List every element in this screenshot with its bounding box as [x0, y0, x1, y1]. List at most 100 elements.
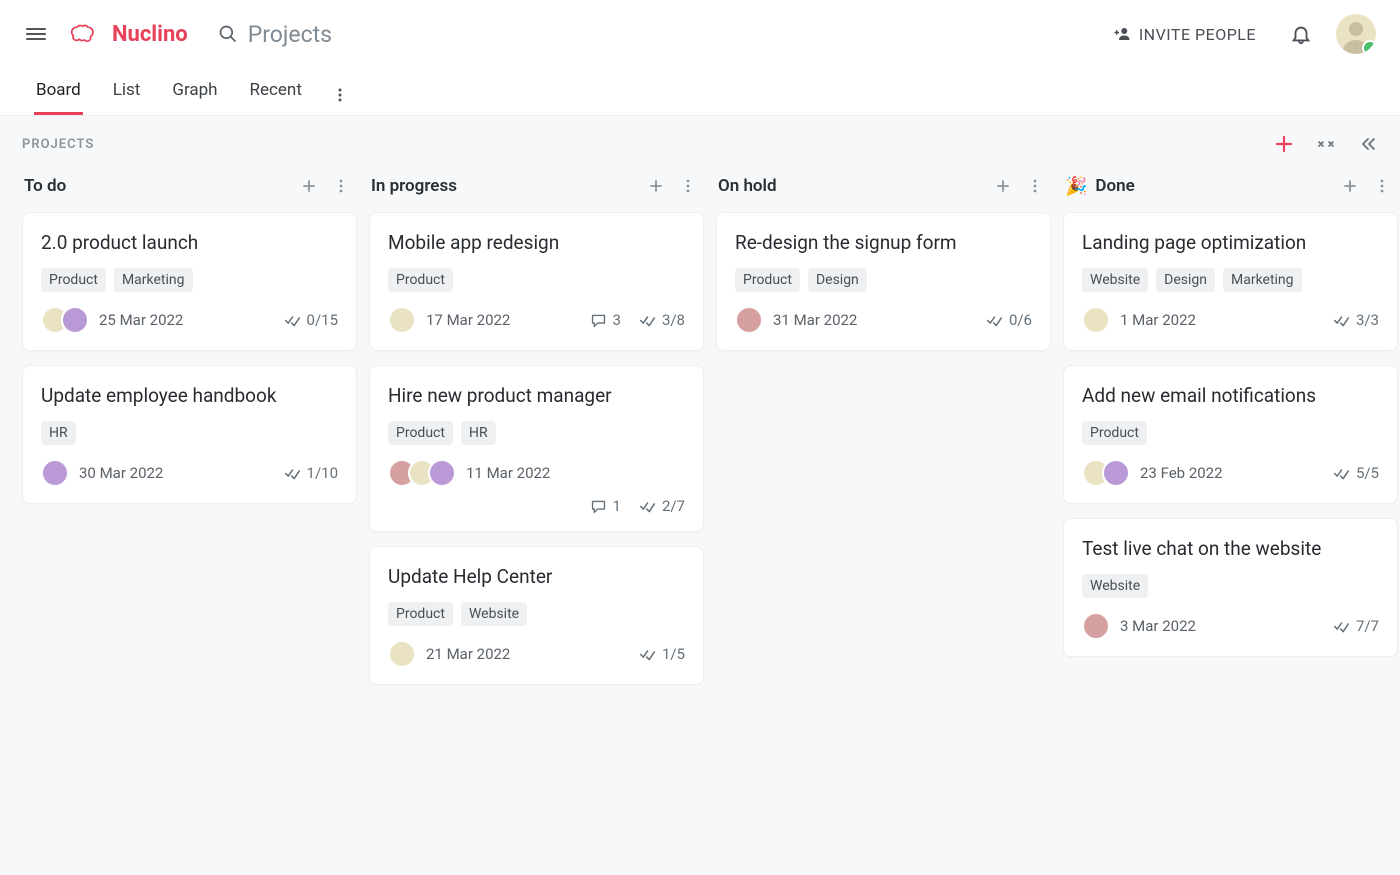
- column-more-button[interactable]: [676, 174, 700, 198]
- menu-toggle-button[interactable]: [24, 22, 48, 46]
- more-vertical-icon: [1374, 178, 1390, 194]
- card-footer: 31 Mar 20220/6: [735, 306, 1032, 334]
- card-footer: 3 Mar 20227/7: [1082, 612, 1379, 640]
- column-header: 🎉Done: [1063, 170, 1398, 212]
- card-avatars: [735, 306, 763, 334]
- bell-icon: [1290, 23, 1312, 45]
- card-avatars: [388, 640, 416, 668]
- brain-icon: [70, 22, 104, 46]
- column-more-button[interactable]: [329, 174, 353, 198]
- comment-icon: [590, 498, 607, 515]
- column-add-button[interactable]: [297, 174, 321, 198]
- checklist-icon: [639, 312, 656, 329]
- more-vertical-icon: [680, 178, 696, 194]
- tab-recent[interactable]: Recent: [248, 80, 304, 115]
- card-title: Update Help Center: [388, 565, 685, 588]
- checklist-icon: [986, 312, 1003, 329]
- board-section-label: PROJECTS: [22, 137, 94, 152]
- search-button[interactable]: Projects: [218, 21, 332, 48]
- column-more-button[interactable]: [1370, 174, 1394, 198]
- card-checklist: 1/5: [639, 645, 685, 663]
- card-tags: Product Marketing: [41, 268, 338, 292]
- card-checklist: 2/7: [639, 497, 685, 515]
- card-checklist: 1/10: [284, 464, 338, 482]
- card-avatars: [1082, 459, 1130, 487]
- avatar: [1082, 612, 1110, 640]
- tab-graph[interactable]: Graph: [170, 80, 219, 115]
- column-header: On hold: [716, 170, 1051, 212]
- column-title: On hold: [718, 176, 983, 196]
- avatar: [388, 306, 416, 334]
- card-title: Mobile app redesign: [388, 231, 685, 254]
- tag: Website: [1082, 574, 1148, 598]
- plus-icon: [648, 178, 664, 194]
- checklist-icon: [1333, 618, 1350, 635]
- collapse-button[interactable]: [1316, 134, 1336, 154]
- tab-board[interactable]: Board: [34, 80, 83, 115]
- card[interactable]: 2.0 product launchProductMarketing25 Mar…: [22, 212, 357, 351]
- card-checklist: 0/15: [284, 311, 338, 329]
- tabs-more-button[interactable]: [332, 87, 348, 115]
- card[interactable]: Landing page optimizationWebsiteDesignMa…: [1063, 212, 1398, 351]
- column-add-button[interactable]: [991, 174, 1015, 198]
- tag: Product: [41, 268, 106, 292]
- card-checklist: 3/8: [639, 311, 685, 329]
- tag: Design: [808, 268, 867, 292]
- notifications-button[interactable]: [1290, 23, 1312, 45]
- checklist-icon: [284, 465, 301, 482]
- search-icon: [218, 24, 238, 44]
- add-item-button[interactable]: [1274, 134, 1294, 154]
- card-title: Landing page optimization: [1082, 231, 1379, 254]
- card[interactable]: Add new email notificationsProduct23 Feb…: [1063, 365, 1398, 504]
- card-date: 3 Mar 2022: [1120, 617, 1196, 635]
- card-checklist: 3/3: [1333, 311, 1379, 329]
- card-footer: 30 Mar 2022 1/10: [41, 459, 338, 487]
- board-columns: To do2.0 product launchProductMarketing2…: [22, 160, 1400, 699]
- plus-icon: [301, 178, 317, 194]
- checklist-icon: [1333, 465, 1350, 482]
- chevrons-left-icon: [1359, 135, 1377, 153]
- checklist-icon: [639, 498, 656, 515]
- card[interactable]: Mobile app redesignProduct17 Mar 202233/…: [369, 212, 704, 351]
- column-add-button[interactable]: [1338, 174, 1362, 198]
- tag: Product: [388, 268, 453, 292]
- card-date: 1 Mar 2022: [1120, 311, 1196, 329]
- avatar: [1082, 306, 1110, 334]
- card-comments: 3: [590, 311, 621, 329]
- tag: HR: [461, 421, 496, 445]
- column: In progressMobile app redesignProduct17 …: [369, 170, 704, 699]
- column: To do2.0 product launchProductMarketing2…: [22, 170, 357, 699]
- more-vertical-icon: [333, 178, 349, 194]
- card-comments: 1: [590, 497, 621, 515]
- avatar: [735, 306, 763, 334]
- column-more-button[interactable]: [1023, 174, 1047, 198]
- tag: HR: [41, 421, 76, 445]
- avatar: [41, 459, 69, 487]
- card-title: Update employee handbook: [41, 384, 338, 407]
- invite-icon: [1113, 25, 1131, 43]
- card-avatars: [41, 306, 89, 334]
- tag: Product: [388, 421, 453, 445]
- card-date: 25 Mar 2022: [99, 311, 183, 329]
- column-title: In progress: [371, 176, 636, 196]
- tag: Marketing: [114, 268, 193, 292]
- card[interactable]: Update employee handbook HR 30 Mar 2022 1/1…: [22, 365, 357, 504]
- card-tags: Website: [1082, 574, 1379, 598]
- card-tags: Product: [1082, 421, 1379, 445]
- column-add-button[interactable]: [644, 174, 668, 198]
- card[interactable]: Update Help CenterProductWebsite21 Mar 2…: [369, 546, 704, 685]
- more-vertical-icon: [332, 87, 348, 103]
- card-footer: 17 Mar 202233/8: [388, 306, 685, 334]
- invite-people-button[interactable]: INVITE PEOPLE: [1113, 25, 1256, 44]
- card[interactable]: Re-design the signup formProductDesign31…: [716, 212, 1051, 351]
- card[interactable]: Hire new product managerProductHR11 Mar …: [369, 365, 704, 532]
- card-avatars: [1082, 612, 1110, 640]
- card-date: 30 Mar 2022: [79, 464, 163, 482]
- tag: Product: [735, 268, 800, 292]
- hide-panel-button[interactable]: [1358, 134, 1378, 154]
- user-avatar[interactable]: [1336, 14, 1376, 54]
- card-tags: Product Design: [735, 268, 1032, 292]
- tab-list[interactable]: List: [111, 80, 143, 115]
- app-logo[interactable]: Nuclino: [70, 22, 188, 47]
- card[interactable]: Test live chat on the websiteWebsite3 Ma…: [1063, 518, 1398, 657]
